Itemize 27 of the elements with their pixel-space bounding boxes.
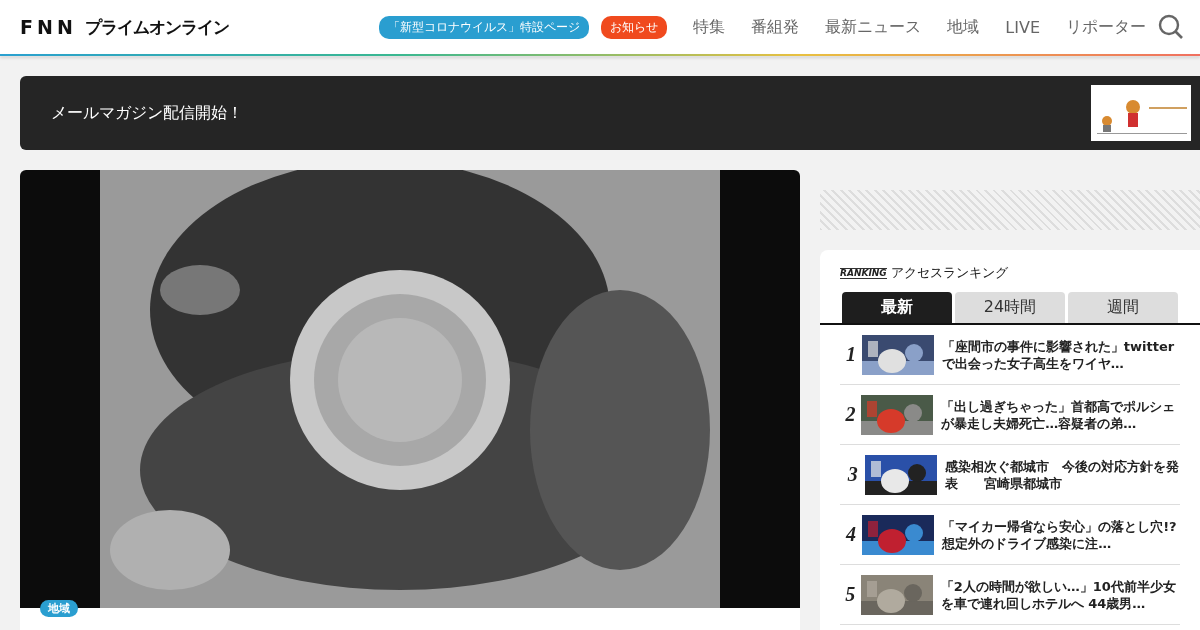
nav-pill-link[interactable]: お知らせ bbox=[601, 15, 668, 39]
rank-number: 1 bbox=[844, 343, 857, 366]
ranking-badge: RANKING bbox=[840, 267, 887, 279]
rank-number: 4 bbox=[844, 523, 858, 546]
logo-mark[interactable]: FNN bbox=[20, 16, 77, 38]
search-icon[interactable] bbox=[1158, 14, 1184, 40]
rank-number: 3 bbox=[846, 463, 859, 486]
nav-link[interactable]: リポーター bbox=[1066, 16, 1146, 38]
rank-number: 5 bbox=[844, 583, 857, 606]
ranking-title: アクセスランキング bbox=[890, 264, 1008, 282]
article-link[interactable]: 「出し過ぎちゃった」首都高でポルシェが暴走し夫婦死亡…容疑者の弟… bbox=[941, 397, 1180, 432]
article-link[interactable]: 「座間市の事件に影響された」twitterで出会った女子高生をワイヤ… bbox=[941, 337, 1180, 372]
ranking-tab[interactable]: 最新 bbox=[842, 292, 952, 323]
article-link[interactable]: 感染相次ぐ都城市 今後の対応方針を発表 宮崎県都城市 bbox=[945, 457, 1180, 492]
article-link[interactable]: 「マイカー帰省なら安心」の落とし穴!? 想定外のドライブ感染に注… bbox=[942, 517, 1180, 552]
nav-link[interactable]: 番組発 bbox=[751, 16, 800, 38]
article-link[interactable]: 「2人の時間が欲しい…」10代前半少女を車で連れ回しホテルへ 44歳男… bbox=[940, 577, 1180, 612]
nav-link[interactable]: 地域 bbox=[947, 16, 980, 38]
nav-link[interactable]: 特集 bbox=[693, 16, 726, 38]
logo-text[interactable]: プライムオンライン bbox=[84, 15, 229, 39]
rank-number: 2 bbox=[844, 403, 857, 426]
banner[interactable]: メールマガジン配信開始！ bbox=[20, 76, 1200, 150]
nav-link[interactable]: LIVE bbox=[1005, 17, 1040, 37]
ranking-tab[interactable]: 24時間 bbox=[955, 292, 1065, 323]
ranking-tab[interactable]: 週間 bbox=[1068, 292, 1178, 323]
banner-text: メールマガジン配信開始！ bbox=[51, 102, 243, 124]
nav-link[interactable]: 最新ニュース bbox=[825, 16, 922, 38]
